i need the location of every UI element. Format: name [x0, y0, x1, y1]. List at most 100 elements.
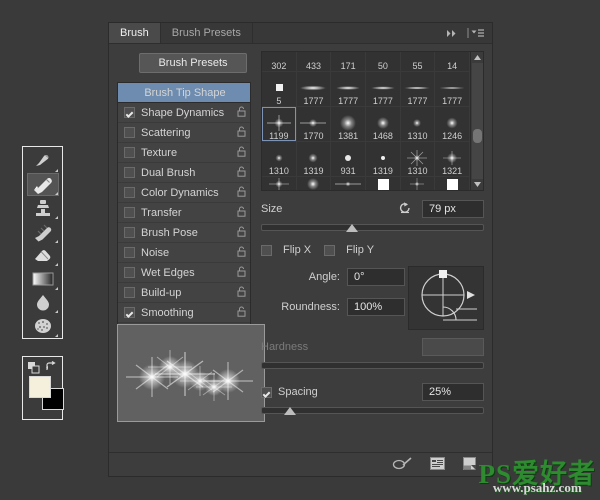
brush-tip-cell[interactable]: 1310	[401, 107, 436, 142]
sidebar-item-color-dynamics[interactable]: Color Dynamics	[118, 183, 250, 203]
lock-icon[interactable]	[237, 186, 246, 200]
sidebar-item-smoothing[interactable]: Smoothing	[118, 303, 250, 323]
brush-tip-cell[interactable]: 1468	[366, 107, 401, 142]
brush-tip-cell[interactable]: 5	[262, 72, 297, 107]
tab-brush-presets[interactable]: Brush Presets	[161, 23, 253, 43]
sidebar-item-scattering[interactable]: Scattering	[118, 123, 250, 143]
brush-tip-cell[interactable]: 1310	[401, 142, 436, 177]
tool-clone-stamp[interactable]	[27, 196, 59, 220]
tool-eraser[interactable]	[27, 244, 59, 268]
checkbox-texture[interactable]	[124, 147, 135, 158]
lock-icon[interactable]	[237, 166, 246, 180]
color-swatches[interactable]	[22, 356, 63, 420]
sidebar-item-brush-tip-shape[interactable]: Brush Tip Shape	[118, 83, 250, 103]
brush-tip-cell[interactable]	[262, 177, 297, 191]
spacing-value-field[interactable]: 25%	[422, 383, 484, 401]
brush-tip-cells[interactable]: 302 433 171 50 55 14 5	[262, 52, 470, 190]
spacing-slider-thumb[interactable]	[284, 407, 296, 415]
brush-tip-cell[interactable]: 1777	[366, 72, 401, 107]
tool-sponge[interactable]	[27, 314, 59, 338]
checkbox-noise[interactable]	[124, 247, 135, 258]
panel-menu-icon[interactable]	[467, 28, 485, 38]
brush-tip-grid[interactable]: 302 433 171 50 55 14 5	[261, 51, 484, 191]
brush-tip-cell[interactable]: 1777	[435, 72, 470, 107]
checkbox-shape-dynamics[interactable]	[124, 107, 135, 118]
sidebar-item-texture[interactable]: Texture	[118, 143, 250, 163]
brush-tip-cell[interactable]	[435, 177, 470, 191]
swap-colors-icon[interactable]	[45, 361, 57, 376]
brush-grid-scrollbar[interactable]	[470, 52, 483, 190]
lock-icon[interactable]	[237, 146, 246, 160]
brush-tip-cell[interactable]: 1319	[297, 142, 332, 177]
checkbox-wet-edges[interactable]	[124, 267, 135, 278]
tool-healing-brush[interactable]	[27, 149, 59, 173]
lock-icon[interactable]	[237, 126, 246, 140]
sidebar-item-noise[interactable]: Noise	[118, 243, 250, 263]
sidebar-item-brush-pose[interactable]: Brush Pose	[118, 223, 250, 243]
brush-tip-cell[interactable]: 1310	[262, 142, 297, 177]
double-chevron-right-icon[interactable]	[446, 29, 460, 38]
scrollbar-thumb[interactable]	[473, 129, 482, 143]
brush-tip-cell[interactable]: 1381	[331, 107, 366, 142]
checkbox-smoothing[interactable]	[124, 307, 135, 318]
brush-tip-cell[interactable]: 931	[331, 142, 366, 177]
sidebar-item-transfer[interactable]: Transfer	[118, 203, 250, 223]
checkbox-build-up[interactable]	[124, 287, 135, 298]
brush-tip-cell[interactable]: 171	[331, 52, 366, 72]
size-slider-thumb[interactable]	[346, 224, 358, 232]
brush-tip-cell[interactable]: 1777	[297, 72, 332, 107]
checkbox-spacing[interactable]	[261, 387, 272, 398]
toggle-brush-settings-icon[interactable]	[392, 457, 412, 473]
brush-tip-cell[interactable]: 1321	[435, 142, 470, 177]
sidebar-item-build-up[interactable]: Build-up	[118, 283, 250, 303]
roundness-value-field[interactable]: 100%	[347, 298, 405, 316]
brush-tip-cell[interactable]: 1246	[435, 107, 470, 142]
checkbox-transfer[interactable]	[124, 207, 135, 218]
checkbox-flip-x[interactable]	[261, 245, 272, 256]
angle-value-field[interactable]: 0°	[347, 268, 405, 286]
checkbox-dual-brush[interactable]	[124, 167, 135, 178]
new-brush-icon[interactable]	[463, 457, 476, 473]
lock-icon[interactable]	[237, 286, 246, 300]
sidebar-item-wet-edges[interactable]: Wet Edges	[118, 263, 250, 283]
checkbox-color-dynamics[interactable]	[124, 187, 135, 198]
tool-brush[interactable]	[27, 173, 59, 197]
brush-tip-cell-selected[interactable]: 1199	[262, 107, 297, 142]
brush-tip-cell[interactable]	[401, 177, 436, 191]
brush-tip-cell[interactable]: 1777	[331, 72, 366, 107]
brush-presets-panel-icon[interactable]	[430, 457, 445, 473]
size-value-field[interactable]: 79 px	[422, 200, 484, 218]
lock-icon[interactable]	[237, 106, 246, 120]
brush-angle-control[interactable]	[408, 266, 484, 330]
brush-tip-cell[interactable]	[297, 177, 332, 191]
checkbox-scattering[interactable]	[124, 127, 135, 138]
tools-palette[interactable]	[22, 146, 63, 339]
tool-blur[interactable]	[27, 291, 59, 315]
scroll-down-arrow-icon[interactable]	[474, 179, 481, 190]
spacing-slider[interactable]	[261, 407, 484, 414]
lock-icon[interactable]	[237, 246, 246, 260]
lock-icon[interactable]	[237, 306, 246, 320]
tab-brush[interactable]: Brush	[109, 23, 161, 43]
lock-icon[interactable]	[237, 226, 246, 240]
brush-tip-cell[interactable]	[331, 177, 366, 191]
brush-tip-cell[interactable]: 433	[297, 52, 332, 72]
checkbox-brush-pose[interactable]	[124, 227, 135, 238]
checkbox-flip-y[interactable]	[324, 245, 335, 256]
scroll-up-arrow-icon[interactable]	[474, 52, 481, 63]
brush-tip-cell[interactable]: 1777	[401, 72, 436, 107]
brush-presets-button[interactable]: Brush Presets	[139, 53, 247, 73]
scrollbar-track[interactable]	[472, 63, 483, 179]
brush-tip-cell[interactable]: 1770	[297, 107, 332, 142]
brush-tip-cell[interactable]	[366, 177, 401, 191]
brush-tip-cell[interactable]: 14	[435, 52, 470, 72]
default-colors-icon[interactable]	[28, 362, 40, 377]
brush-tip-cell[interactable]: 302	[262, 52, 297, 72]
lock-icon[interactable]	[237, 206, 246, 220]
size-slider[interactable]	[261, 224, 484, 231]
lock-icon[interactable]	[237, 266, 246, 280]
brush-tip-cell[interactable]: 50	[366, 52, 401, 72]
brush-tip-cell[interactable]: 55	[401, 52, 436, 72]
brush-tip-cell[interactable]: 1319	[366, 142, 401, 177]
reset-size-icon[interactable]	[398, 201, 412, 218]
